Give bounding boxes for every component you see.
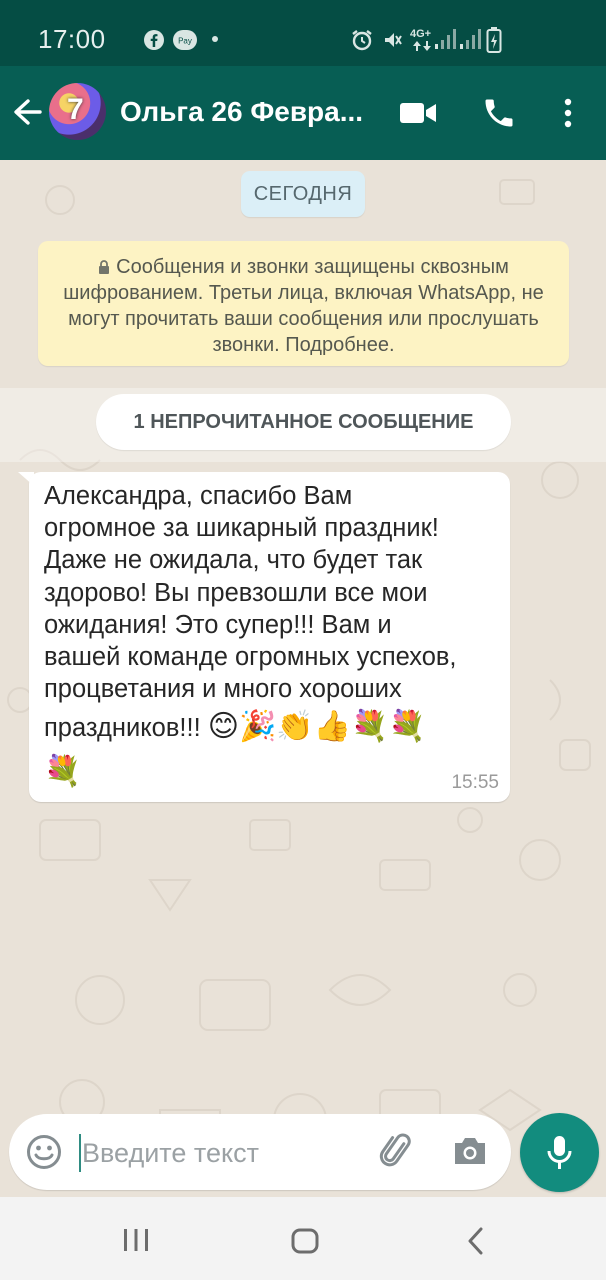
pay-icon: Pay — [173, 30, 197, 50]
message-composer — [9, 1114, 511, 1190]
emoji-icon[interactable] — [26, 1134, 62, 1170]
message-emojis-line2: 💐 — [44, 754, 82, 790]
camera-icon[interactable] — [452, 1135, 488, 1167]
alarm-icon — [352, 30, 372, 51]
encryption-notice-text: Сообщения и звонки защищены сквозным шиф… — [63, 256, 544, 356]
chat-title[interactable]: Ольга 26 Февра... — [120, 96, 372, 128]
signal-2-icon — [460, 29, 481, 49]
video-call-icon[interactable] — [399, 101, 437, 125]
status-bar: 17:00 Pay 4G+ — [0, 0, 606, 66]
home-icon[interactable] — [291, 1228, 319, 1254]
message-text: Александра, спасибо Вам огромное за шика… — [44, 480, 496, 794]
message-line: огромное за шикарный праздник! — [44, 514, 439, 543]
mic-icon — [547, 1136, 572, 1169]
message-time: 15:55 — [451, 772, 499, 793]
recent-apps-icon[interactable] — [122, 1228, 150, 1252]
attach-icon[interactable] — [377, 1131, 417, 1171]
unread-messages-label: 1 НЕПРОЧИТАННОЕ СООБЩЕНИЕ — [96, 394, 511, 450]
signal-1-icon — [435, 29, 456, 49]
back-nav-icon[interactable] — [466, 1227, 484, 1255]
chat-header: 7 Ольга 26 Февра... — [0, 66, 606, 160]
message-line: Даже не ожидала, что будет так — [44, 546, 423, 575]
mic-button[interactable] — [520, 1113, 599, 1192]
incoming-message[interactable]: Александра, спасибо Вам огромное за шика… — [29, 472, 510, 802]
chat-area[interactable]: СЕГОДНЯ Сообщения и звонки защищены скво… — [0, 160, 606, 1197]
message-line: Александра, спасибо Вам — [44, 482, 353, 510]
mute-icon — [385, 33, 402, 47]
message-input[interactable] — [79, 1134, 329, 1172]
network-type-label: 4G+ — [410, 28, 432, 40]
message-line: праздников!!! — [44, 714, 201, 743]
avatar-label: 7 — [67, 93, 84, 126]
encryption-notice[interactable]: Сообщения и звонки защищены сквозным шиф… — [38, 241, 569, 366]
facebook-icon — [144, 30, 164, 50]
svg-text:Pay: Pay — [178, 37, 192, 46]
message-line: ожидания! Это супер!!! Вам и — [44, 610, 392, 639]
message-line: вашей команде огромных успехов, — [44, 643, 457, 672]
more-vert-icon[interactable] — [562, 97, 574, 129]
system-nav-bar — [0, 1197, 606, 1280]
back-arrow-icon[interactable] — [12, 96, 42, 128]
status-time: 17:00 — [38, 24, 106, 54]
battery-icon — [486, 27, 502, 53]
data-arrows-icon — [413, 41, 431, 51]
message-emojis: 😊🎉👏👍💐💐 — [207, 709, 426, 745]
avatar[interactable]: 7 — [49, 83, 106, 140]
message-line: процветания и много хороших — [44, 675, 402, 704]
notification-dot-icon — [212, 36, 218, 42]
lock-icon — [99, 260, 110, 274]
phone-icon[interactable] — [481, 95, 517, 131]
date-chip: СЕГОДНЯ — [241, 171, 365, 217]
message-line: здорово! Вы превзошли все мои — [44, 578, 428, 607]
